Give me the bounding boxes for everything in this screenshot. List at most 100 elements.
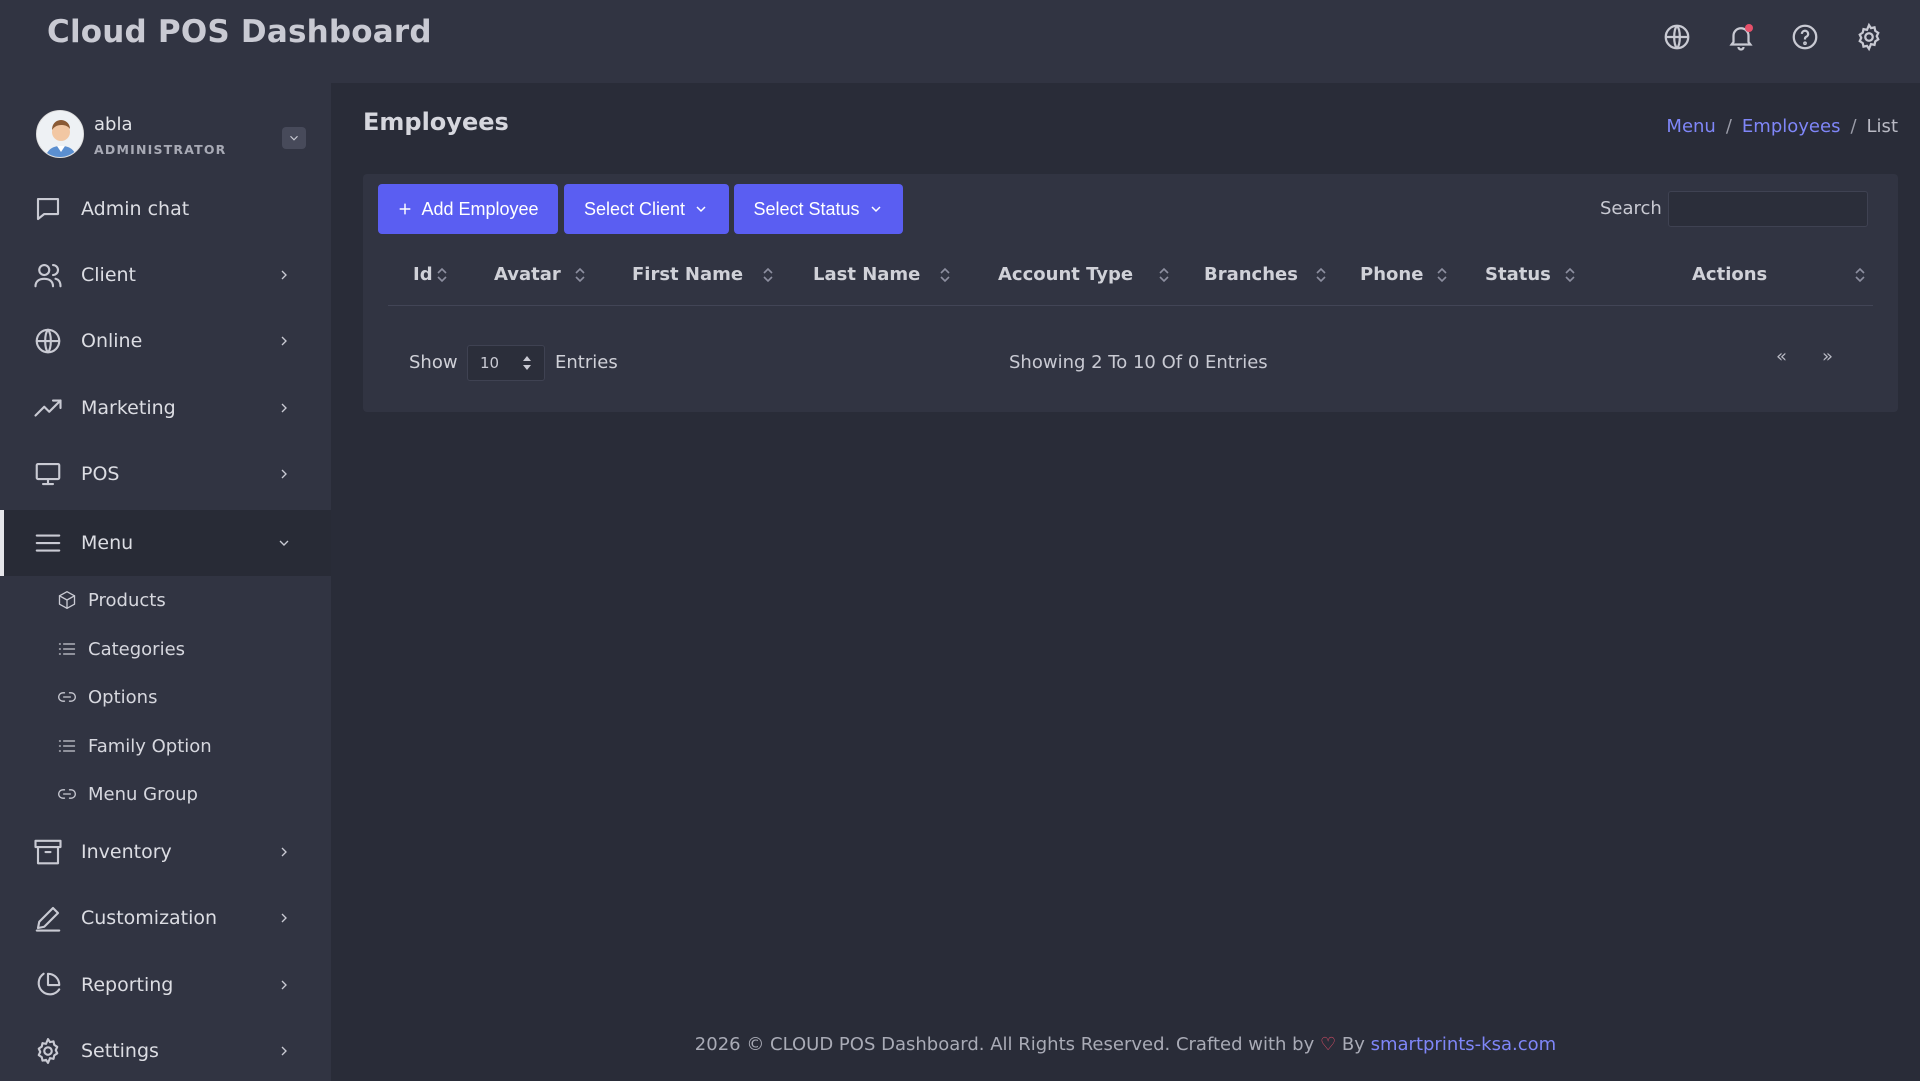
- chevron-right-icon: [276, 844, 292, 860]
- sort-icon: [1157, 266, 1171, 284]
- chevron-down-icon: [290, 135, 298, 141]
- column-header-label: Avatar: [494, 264, 561, 285]
- column-header-actions[interactable]: Actions: [1692, 264, 1767, 285]
- sidebar-item-label: Marketing: [81, 397, 176, 419]
- sort-icon: [435, 266, 449, 284]
- column-header-branches[interactable]: Branches: [1204, 264, 1328, 285]
- sidebar-item-label: Menu: [81, 532, 134, 554]
- column-header-phone[interactable]: Phone: [1360, 264, 1449, 285]
- column-header-avatar[interactable]: Avatar: [494, 264, 587, 285]
- chevron-right-icon: [276, 466, 292, 482]
- footer-by: By: [1341, 1034, 1365, 1055]
- help-icon[interactable]: [1790, 22, 1820, 52]
- submenu-item-menu-group[interactable]: Menu Group: [0, 771, 331, 817]
- page-title: Employees: [363, 108, 509, 136]
- column-header-label: Account Type: [998, 264, 1134, 285]
- sort-icon: [1563, 266, 1577, 284]
- submenu-item-label: Options: [88, 686, 158, 708]
- column-header-label: First Name: [632, 264, 744, 285]
- sort-icon: [761, 266, 775, 284]
- gear-icon[interactable]: [1854, 22, 1884, 52]
- breadcrumb-employees-link[interactable]: Employees: [1742, 116, 1841, 137]
- column-header-label: Actions: [1692, 264, 1768, 285]
- pagination-prev-button[interactable]: «: [1776, 346, 1787, 367]
- heart-icon: ♡: [1319, 1034, 1337, 1055]
- column-header-last-name[interactable]: Last Name: [813, 264, 952, 285]
- search-input[interactable]: [1668, 191, 1868, 227]
- user-profile[interactable]: abla ADMINISTRATOR: [36, 110, 306, 164]
- chevron-right-icon: [276, 910, 292, 926]
- chevron-down-icon: [871, 206, 881, 213]
- breadcrumb-separator: /: [1850, 116, 1857, 137]
- breadcrumb-current: List: [1866, 116, 1898, 137]
- column-header-status[interactable]: Status: [1485, 264, 1577, 285]
- select-status-dropdown[interactable]: Select Status: [734, 184, 903, 234]
- entries-label: Entries: [555, 352, 618, 373]
- entries-per-page-select[interactable]: 10: [467, 345, 545, 381]
- app-title: Cloud POS Dashboard: [47, 14, 432, 50]
- globe-icon: [33, 326, 63, 356]
- notification-dot: [1745, 24, 1753, 32]
- column-header-id[interactable]: Id: [413, 264, 449, 285]
- sidebar-item-admin-chat[interactable]: Admin chat: [0, 176, 331, 242]
- column-header-label: Branches: [1204, 264, 1298, 285]
- sidebar-item-label: POS: [81, 463, 120, 485]
- submenu-item-label: Menu Group: [88, 783, 198, 805]
- sidebar-item-inventory[interactable]: Inventory: [0, 819, 331, 885]
- column-header-account-type[interactable]: Account Type: [998, 264, 1171, 285]
- breadcrumb-menu-link[interactable]: Menu: [1666, 116, 1715, 137]
- submenu-item-categories[interactable]: Categories: [0, 626, 331, 672]
- chevron-right-icon: [276, 267, 292, 283]
- sidebar-item-label: Client: [81, 264, 137, 286]
- show-label: Show: [409, 352, 458, 373]
- sidebar-item-settings[interactable]: Settings: [0, 1018, 331, 1081]
- column-header-label: Last Name: [813, 264, 921, 285]
- add-employee-button[interactable]: Add Employee: [378, 184, 558, 234]
- bell-icon[interactable]: [1726, 22, 1756, 52]
- sidebar-item-customization[interactable]: Customization: [0, 885, 331, 951]
- entries-per-page-value: 10: [480, 354, 500, 372]
- footer-link[interactable]: smartprints-ksa.com: [1371, 1034, 1557, 1055]
- user-menu-toggle[interactable]: [282, 127, 306, 149]
- pagination-next-button[interactable]: »: [1822, 346, 1833, 367]
- archive-icon: [33, 837, 63, 867]
- sidebar-item-marketing[interactable]: Marketing: [0, 375, 331, 441]
- submenu-item-label: Categories: [88, 638, 186, 660]
- menu-icon: [33, 528, 63, 558]
- chevron-down-icon: [276, 535, 292, 551]
- column-header-first-name[interactable]: First Name: [632, 264, 775, 285]
- gear-icon: [33, 1036, 63, 1066]
- monitor-icon: [33, 459, 63, 489]
- chevron-right-icon: [276, 400, 292, 416]
- sidebar-item-client[interactable]: Client: [0, 242, 331, 308]
- sort-icon[interactable]: [1853, 266, 1867, 284]
- breadcrumb-separator: /: [1725, 116, 1732, 137]
- globe-icon[interactable]: [1662, 22, 1692, 52]
- select-client-dropdown[interactable]: Select Client: [564, 184, 729, 234]
- submenu-item-products[interactable]: Products: [0, 577, 331, 623]
- entries-summary: Showing 2 To 10 Of 0 Entries: [1009, 352, 1268, 373]
- add-employee-label: Add Employee: [421, 198, 539, 219]
- sidebar-item-online[interactable]: Online: [0, 308, 331, 374]
- sort-icon: [938, 266, 952, 284]
- table-header: Id Avatar First Name Last Name Account T…: [388, 246, 1873, 306]
- submenu-item-options[interactable]: Options: [0, 674, 331, 720]
- sidebar-item-pos[interactable]: POS: [0, 441, 331, 507]
- trending-icon: [33, 393, 63, 423]
- sidebar-item-label: Settings: [81, 1040, 159, 1062]
- chevron-right-icon: [276, 333, 292, 349]
- link-icon: [57, 784, 77, 804]
- breadcrumb: Menu / Employees / List: [1666, 116, 1898, 137]
- select-status-label: Select Status: [753, 198, 860, 219]
- sidebar-item-menu[interactable]: Menu: [0, 510, 331, 576]
- sidebar-item-label: Customization: [81, 907, 218, 929]
- sidebar-item-reporting[interactable]: Reporting: [0, 952, 331, 1018]
- submenu-item-family-option[interactable]: Family Option: [0, 723, 331, 769]
- column-header-label: Phone: [1360, 264, 1424, 285]
- pen-icon: [33, 903, 63, 933]
- users-icon: [33, 260, 63, 290]
- plus-icon: [400, 203, 411, 215]
- chevron-right-icon: [276, 1043, 292, 1059]
- submenu-item-label: Products: [88, 589, 166, 611]
- sort-icon: [1435, 266, 1449, 284]
